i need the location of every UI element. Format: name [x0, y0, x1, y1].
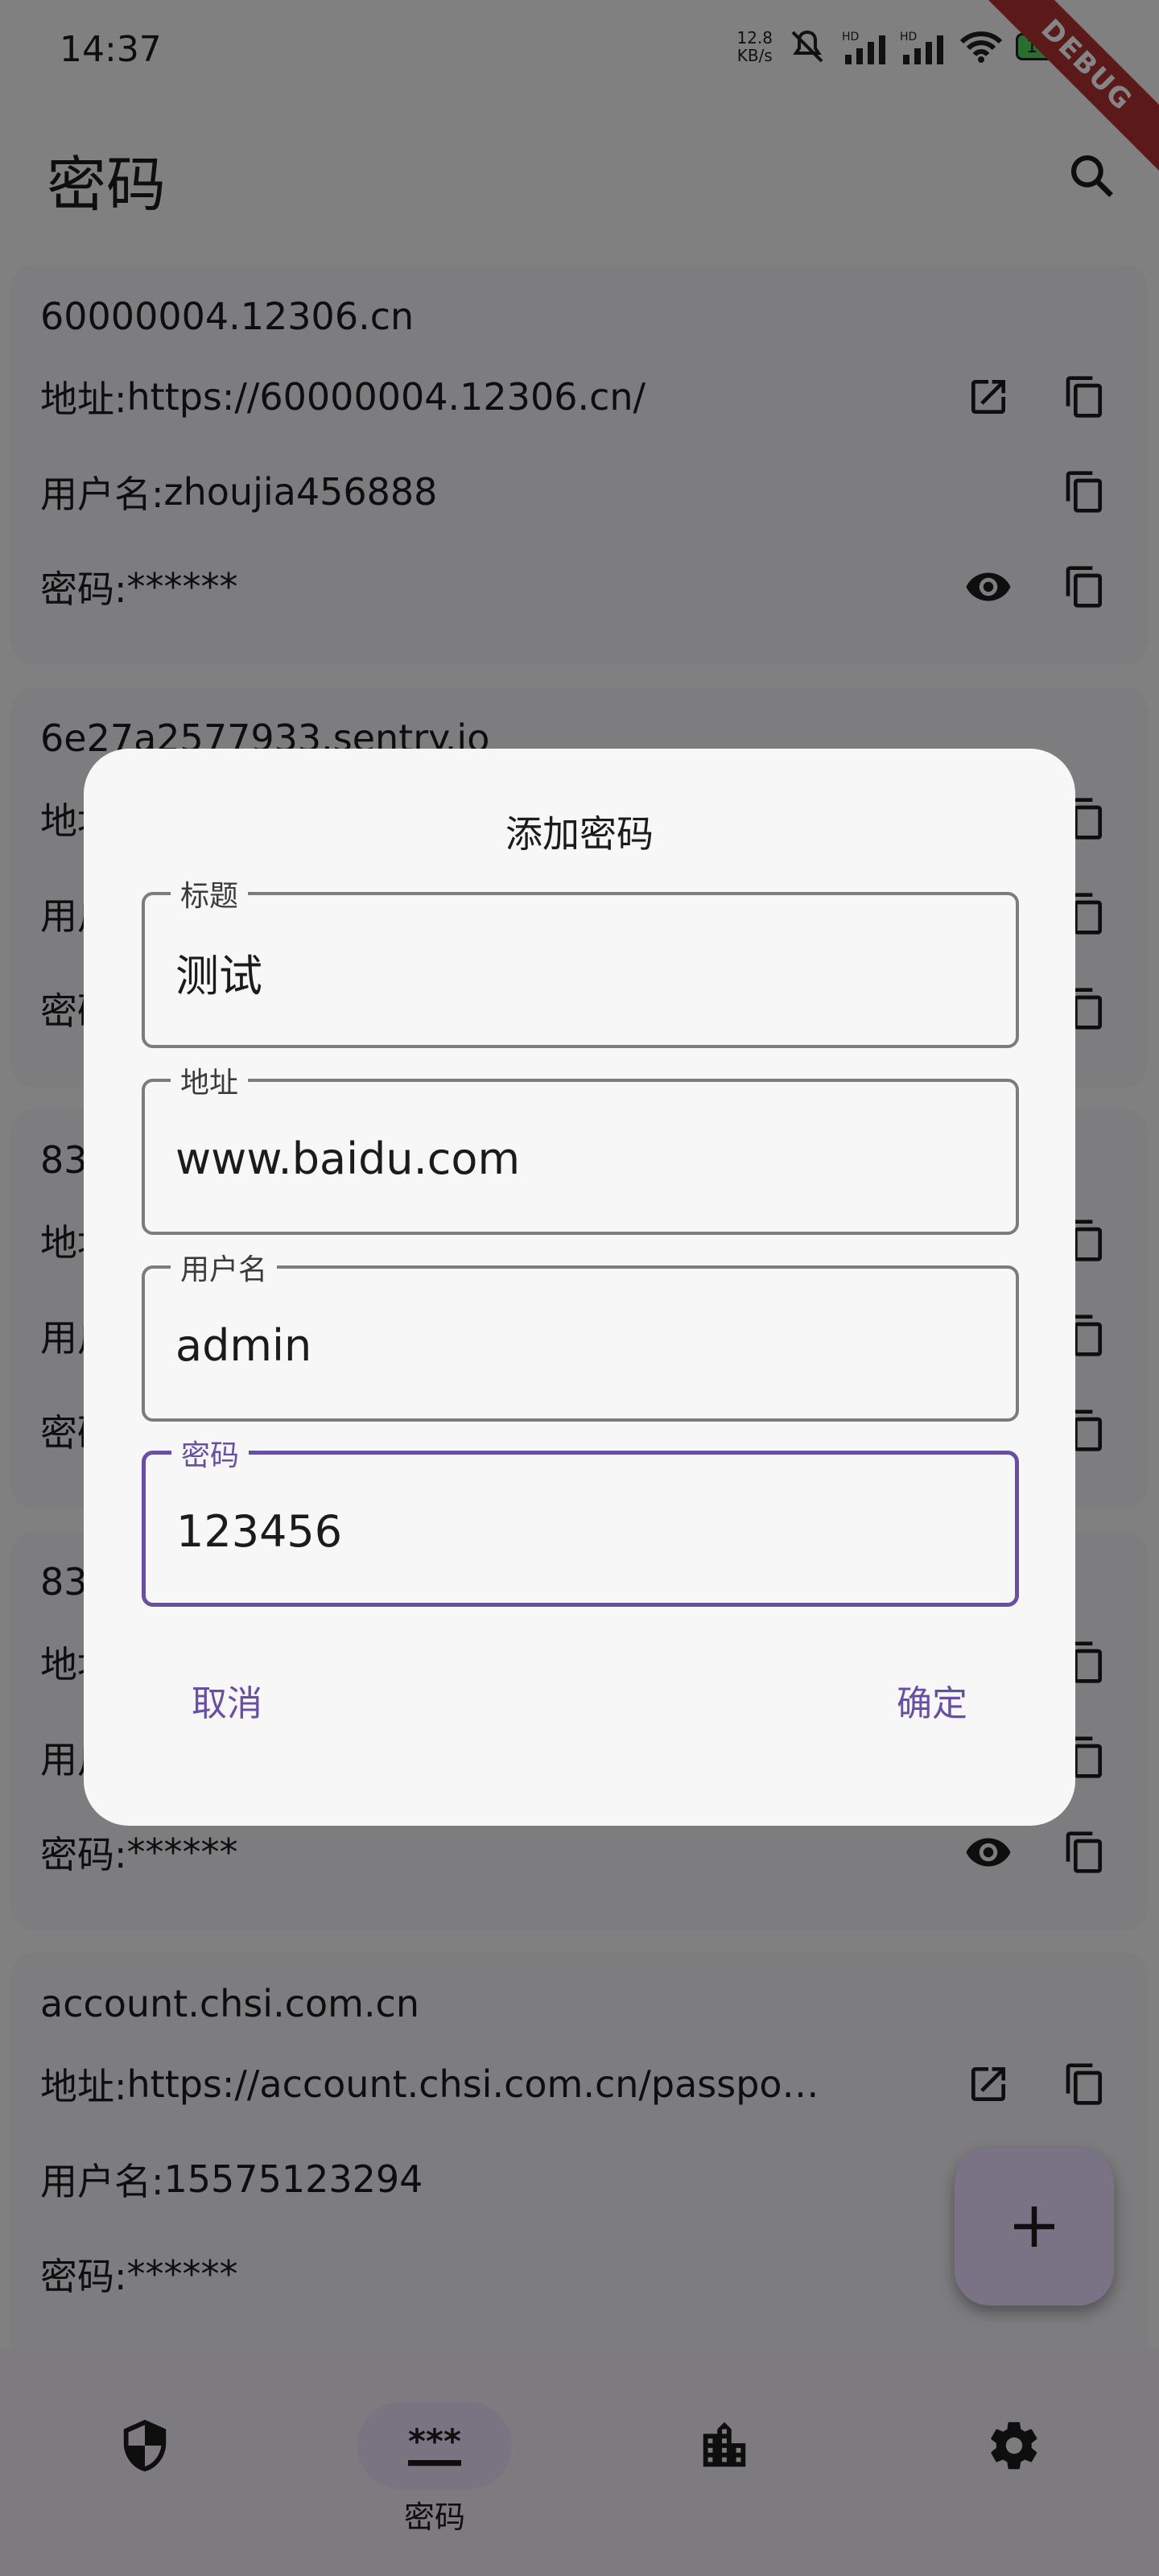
dialog-title: 添加密码 — [505, 812, 654, 856]
address-input[interactable] — [175, 1122, 980, 1195]
address-field: 地址 — [142, 1059, 1019, 1235]
address-field-label: 地址 — [171, 1059, 249, 1101]
title-field: 标题 — [142, 873, 1019, 1048]
password-input[interactable] — [176, 1495, 981, 1567]
password-field-label: 密码 — [171, 1432, 250, 1474]
title-input[interactable] — [175, 935, 980, 1008]
cancel-button[interactable]: 取消 — [167, 1660, 287, 1740]
username-field: 用户名 — [142, 1246, 1019, 1422]
password-field: 密码 — [142, 1432, 1019, 1607]
username-field-label: 用户名 — [171, 1246, 278, 1288]
username-input[interactable] — [175, 1309, 980, 1381]
title-field-label: 标题 — [171, 873, 249, 914]
confirm-button[interactable]: 确定 — [872, 1660, 992, 1740]
add-password-dialog: 添加密码 标题 地址 用户名 密码 取消 确定 — [84, 749, 1075, 1826]
